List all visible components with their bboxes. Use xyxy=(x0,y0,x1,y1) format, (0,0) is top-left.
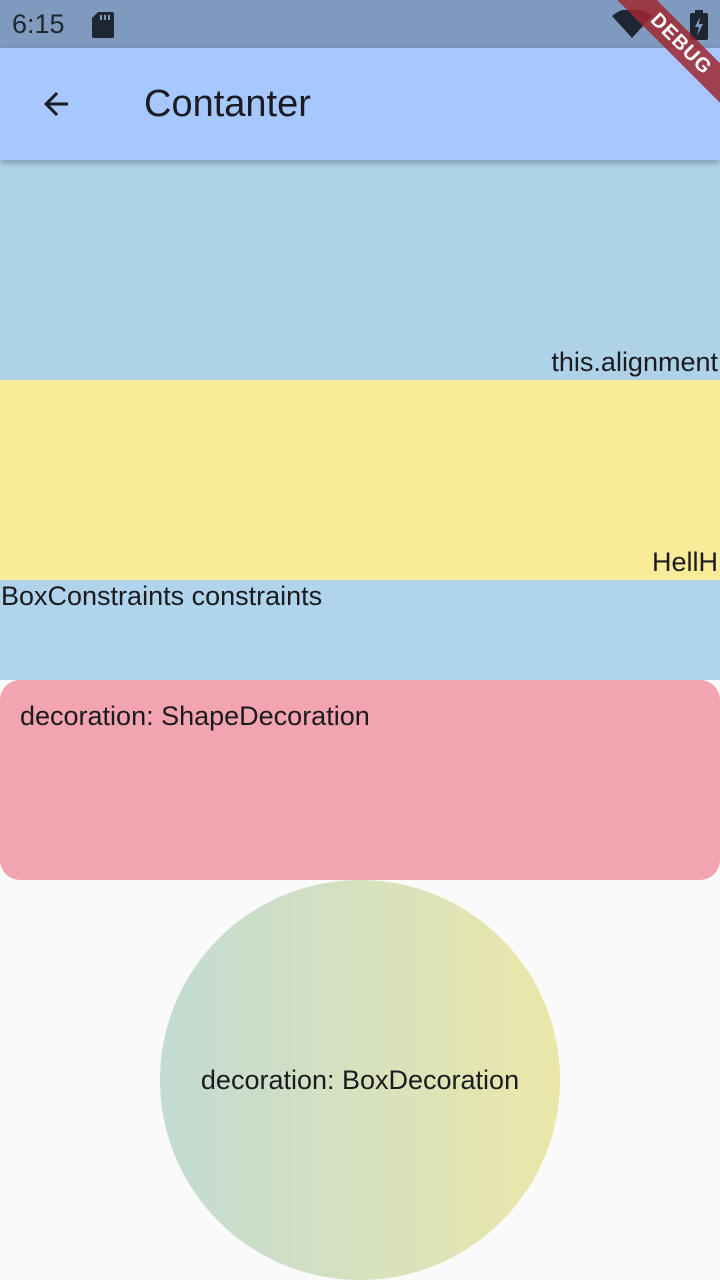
page-title: Contanter xyxy=(144,83,311,125)
constraints-container: BoxConstraints constraints xyxy=(0,580,720,680)
app-bar: Contanter xyxy=(0,48,720,160)
back-button[interactable] xyxy=(24,72,88,136)
alignment-label: this.alignment xyxy=(551,347,718,377)
box-decoration-circle: decoration: BoxDecoration xyxy=(160,880,560,1280)
shape-decoration-container: decoration: ShapeDecoration xyxy=(0,680,720,880)
sd-card-icon xyxy=(92,12,114,38)
box-decoration-label: decoration: BoxDecoration xyxy=(200,1065,520,1095)
status-bar: 6:15 xyxy=(0,0,720,48)
shape-decoration-label: decoration: ShapeDecoration xyxy=(20,701,370,731)
constraints-label: BoxConstraints constraints xyxy=(1,581,323,611)
hell-container: HellH xyxy=(0,380,720,580)
hell-label: HellH xyxy=(651,547,718,577)
status-time: 6:15 xyxy=(12,9,65,39)
arrow-back-icon xyxy=(44,92,68,116)
alignment-container: this.alignment xyxy=(0,160,720,380)
